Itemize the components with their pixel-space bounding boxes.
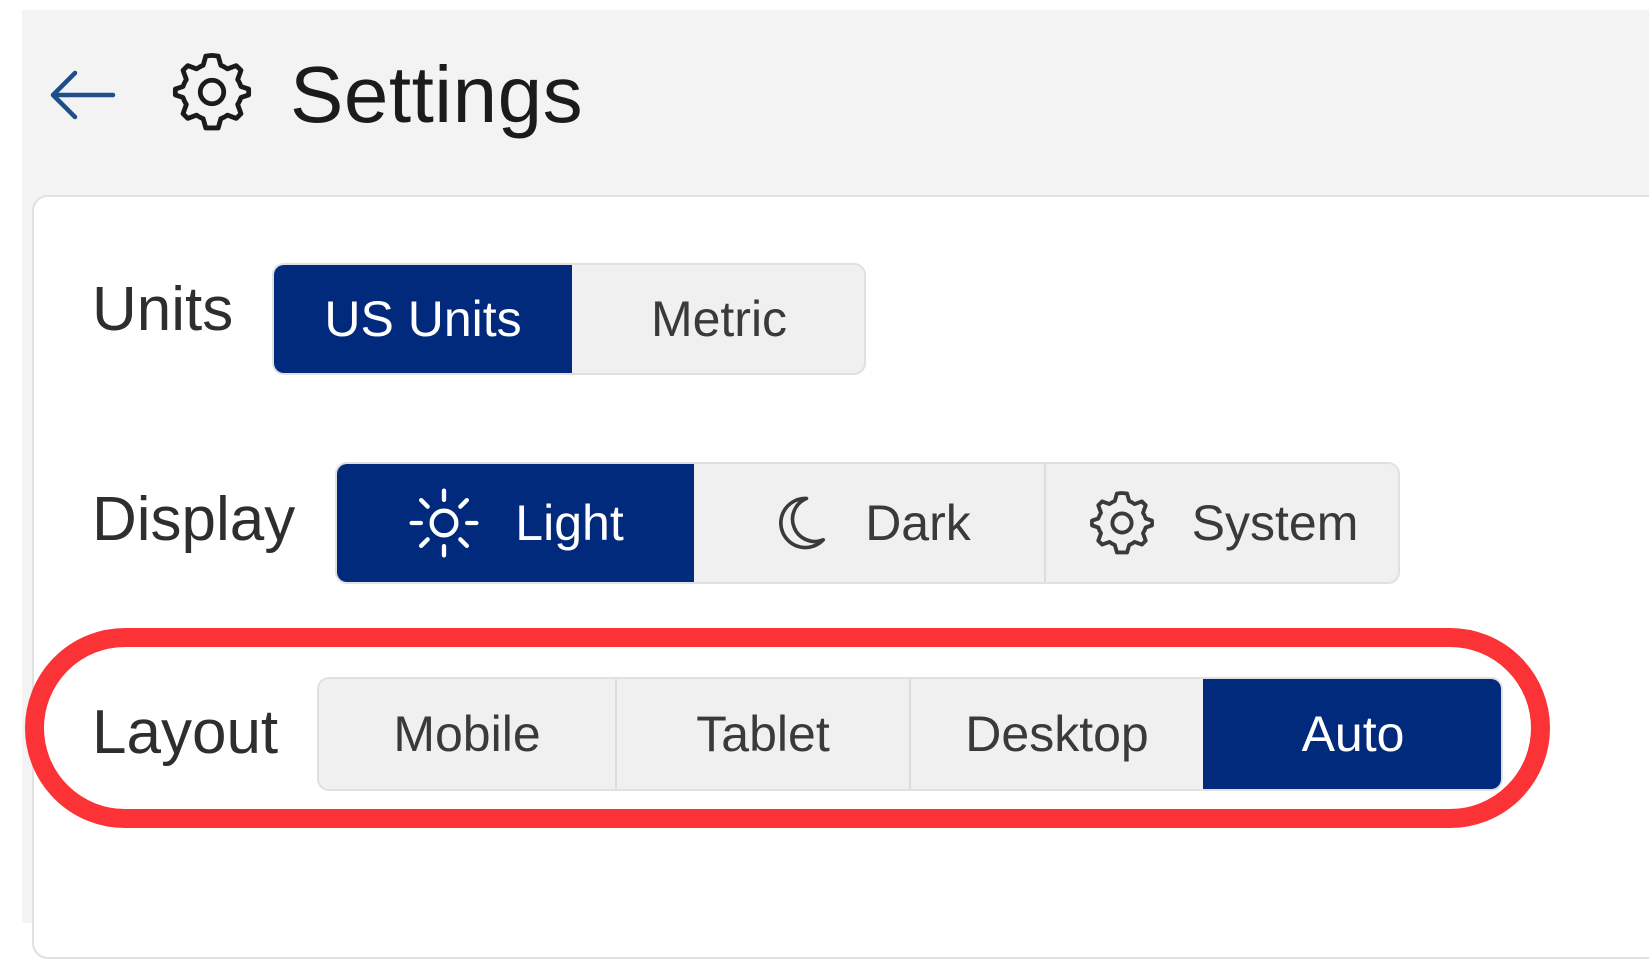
display-segmented-control: Light Dark System <box>335 462 1400 584</box>
settings-header: Settings <box>22 10 1649 195</box>
settings-window: Settings Units US Units Metric Display L… <box>22 10 1649 959</box>
layout-option-tablet-label: Tablet <box>696 706 830 762</box>
units-label: Units <box>92 275 234 344</box>
gear-icon <box>172 52 252 131</box>
layout-option-mobile[interactable]: Mobile <box>319 679 615 789</box>
layout-option-mobile-label: Mobile <box>393 706 541 762</box>
gear-icon <box>1089 491 1154 555</box>
layout-option-auto-label: Auto <box>1301 706 1405 762</box>
display-option-light-label: Light <box>515 495 624 551</box>
layout-option-desktop-label: Desktop <box>965 706 1149 762</box>
layout-label: Layout <box>92 698 279 767</box>
layout-option-desktop[interactable]: Desktop <box>909 679 1203 789</box>
moon-icon <box>779 496 826 550</box>
back-button[interactable] <box>46 65 118 125</box>
units-option-metric[interactable]: Metric <box>572 265 864 373</box>
display-option-system-label: System <box>1191 495 1359 551</box>
layout-option-auto[interactable]: Auto <box>1203 679 1501 789</box>
display-option-dark-label: Dark <box>865 495 971 551</box>
sun-icon <box>409 488 479 558</box>
layout-option-tablet[interactable]: Tablet <box>615 679 909 789</box>
display-option-system[interactable]: System <box>1044 464 1398 582</box>
units-option-us[interactable]: US Units <box>274 265 572 373</box>
units-option-us-label: US Units <box>324 291 522 347</box>
page-title: Settings <box>290 50 584 139</box>
units-option-metric-label: Metric <box>650 291 788 347</box>
display-label: Display <box>92 485 296 554</box>
arrow-left-icon <box>50 70 116 120</box>
layout-segmented-control: Mobile Tablet Desktop Auto <box>317 677 1503 791</box>
units-segmented-control: US Units Metric <box>272 263 866 375</box>
display-option-dark[interactable]: Dark <box>694 464 1044 582</box>
display-option-light[interactable]: Light <box>337 464 694 582</box>
